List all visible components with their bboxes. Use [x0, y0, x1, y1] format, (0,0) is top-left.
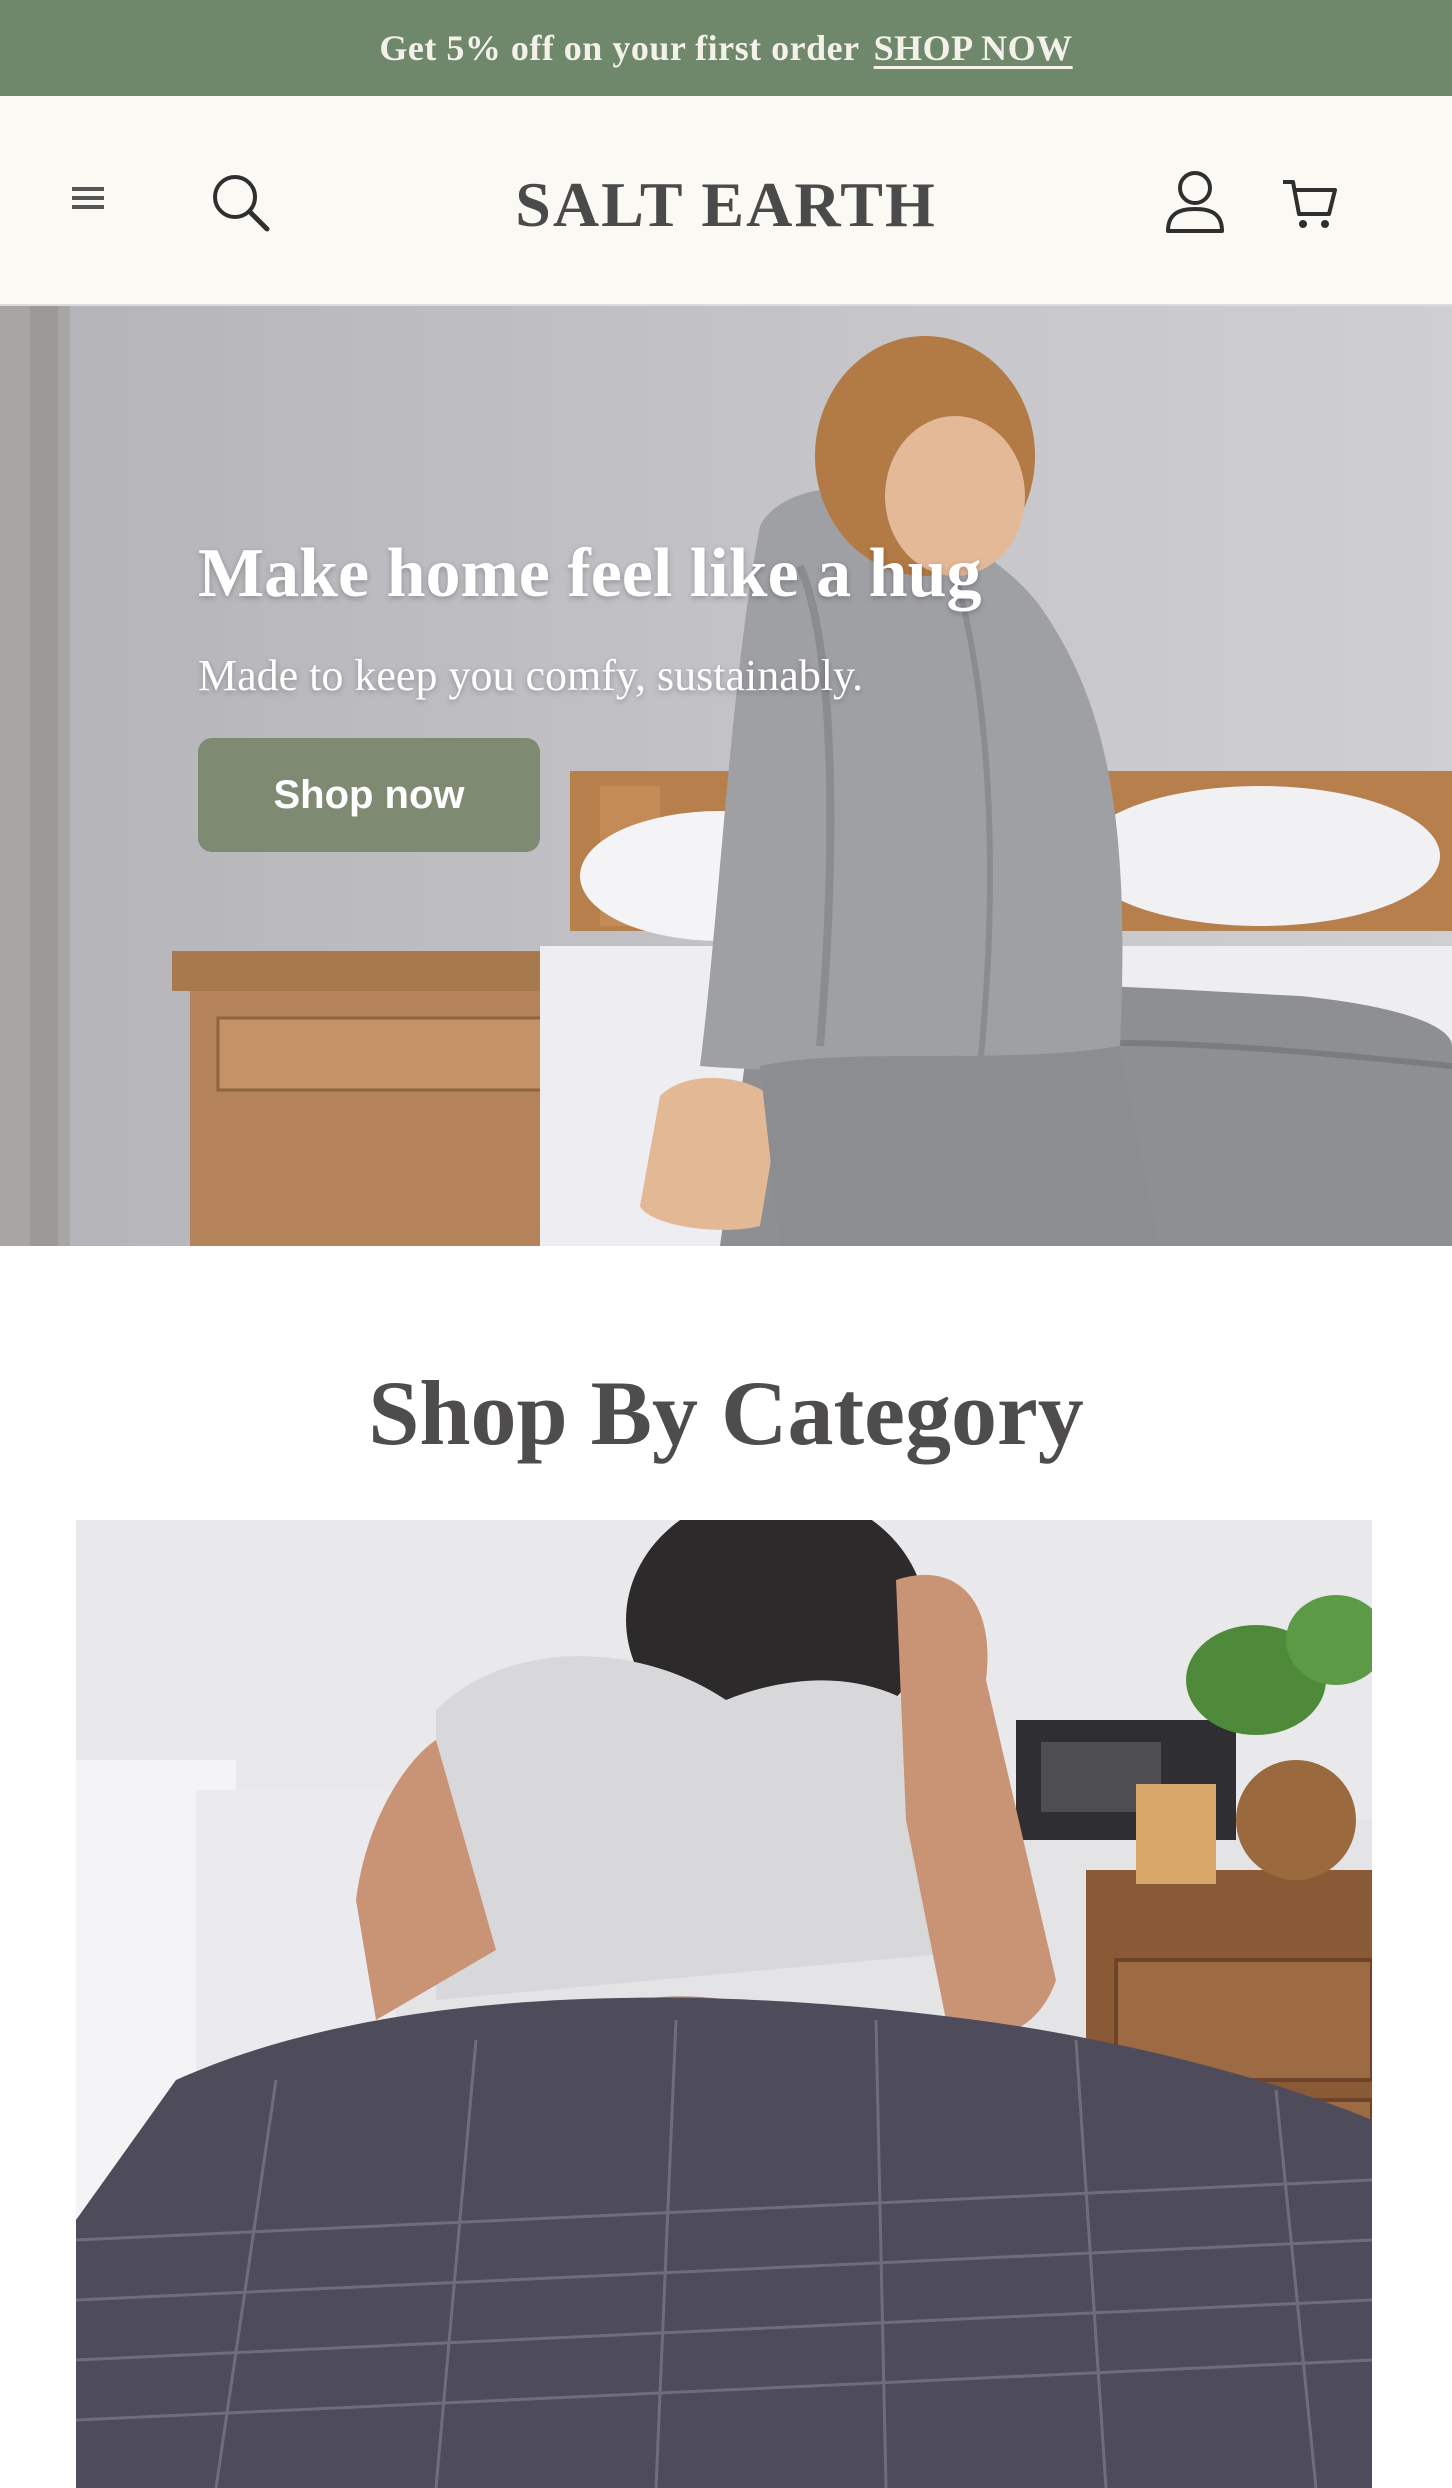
hero-banner: Make home feel like a hug Made to keep y…: [0, 306, 1452, 1246]
cart-icon: [1283, 180, 1337, 228]
category-section-title: Shop By Category: [368, 1362, 1084, 1464]
account-button[interactable]: [1150, 160, 1240, 244]
announcement-bar: Get 5% off on your first order SHOP NOW: [0, 0, 1452, 96]
category-card[interactable]: [76, 1520, 1372, 2488]
hero-shop-now-button[interactable]: Shop now: [198, 738, 540, 852]
site-header: SALT EARTH: [0, 96, 1452, 306]
hero-title: Make home feel like a hug: [198, 535, 982, 612]
hero-subtitle: Made to keep you comfy, sustainably.: [198, 651, 864, 700]
cart-button[interactable]: [1270, 164, 1350, 244]
announcement-text: Get 5% off on your first order: [379, 28, 860, 68]
category-image: [76, 1520, 1372, 2488]
user-icon: [1166, 171, 1224, 233]
announcement-shop-now-link[interactable]: SHOP NOW: [874, 27, 1073, 69]
